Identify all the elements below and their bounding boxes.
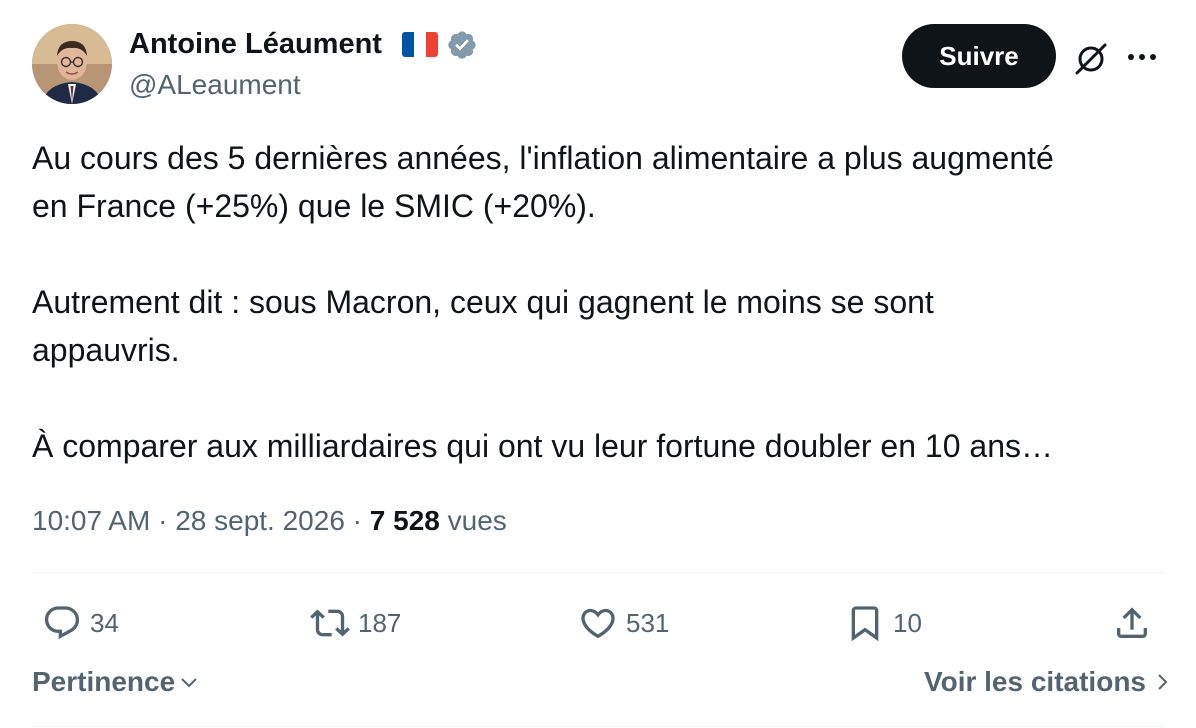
divider xyxy=(32,572,1164,573)
tweet-line: en France (+25%) que le SMIC (+20%). xyxy=(32,188,596,224)
grok-icon[interactable] xyxy=(1073,41,1109,77)
author-name[interactable]: Antoine Léaument xyxy=(129,26,382,62)
view-quotes-link[interactable]: Voir les citations xyxy=(924,666,1172,698)
avatar[interactable] xyxy=(32,24,112,104)
author-handle[interactable]: @ALeaument xyxy=(129,68,301,102)
french-flag-icon xyxy=(402,32,438,57)
tweet-line: À comparer aux milliardaires qui ont vu … xyxy=(32,428,1053,464)
heart-icon xyxy=(581,608,615,639)
repost-icon xyxy=(310,609,350,637)
reply-count: 34 xyxy=(90,607,119,638)
reply-icon xyxy=(44,606,80,640)
divider xyxy=(32,726,1164,727)
like-count: 531 xyxy=(626,607,670,638)
meta-separator: · xyxy=(150,505,176,536)
repost-button[interactable]: 187 xyxy=(310,598,401,648)
tweet-line: Autrement dit : sous Macron, ceux qui ga… xyxy=(32,284,934,320)
follow-button[interactable]: Suivre xyxy=(902,24,1056,88)
chevron-right-icon xyxy=(1158,674,1168,690)
bookmark-count: 10 xyxy=(893,607,922,638)
bookmark-button[interactable]: 10 xyxy=(845,598,922,648)
reply-button[interactable]: 34 xyxy=(42,598,119,648)
like-button[interactable]: 531 xyxy=(578,598,669,648)
tweet-time[interactable]: 10:07 AM xyxy=(32,505,150,536)
tweet-line: appauvris. xyxy=(32,332,180,368)
bookmark-icon xyxy=(851,606,879,642)
avatar-image xyxy=(32,24,112,104)
more-options-icon[interactable] xyxy=(1128,48,1164,66)
chevron-down-icon xyxy=(181,678,197,688)
views-label: vues xyxy=(447,505,507,536)
meta-separator: · xyxy=(344,505,370,536)
tweet-text: Au cours des 5 dernières années, l'infla… xyxy=(32,134,1172,470)
share-icon xyxy=(1117,607,1147,638)
sort-label: Pertinence xyxy=(32,666,176,697)
tweet-meta: 10:07 AM · 28 sept. 2026 · 7 528 vues xyxy=(32,502,507,540)
share-button[interactable] xyxy=(1112,598,1152,648)
tweet-date[interactable]: 28 sept. 2026 xyxy=(175,505,345,536)
tweet-line: Au cours des 5 dernières années, l'infla… xyxy=(32,140,1054,176)
sort-dropdown[interactable]: Pertinence xyxy=(32,666,201,698)
repost-count: 187 xyxy=(358,607,402,638)
verified-badge-icon[interactable] xyxy=(446,29,478,61)
views-count: 7 528 xyxy=(369,505,440,536)
quotes-label: Voir les citations xyxy=(924,666,1146,697)
